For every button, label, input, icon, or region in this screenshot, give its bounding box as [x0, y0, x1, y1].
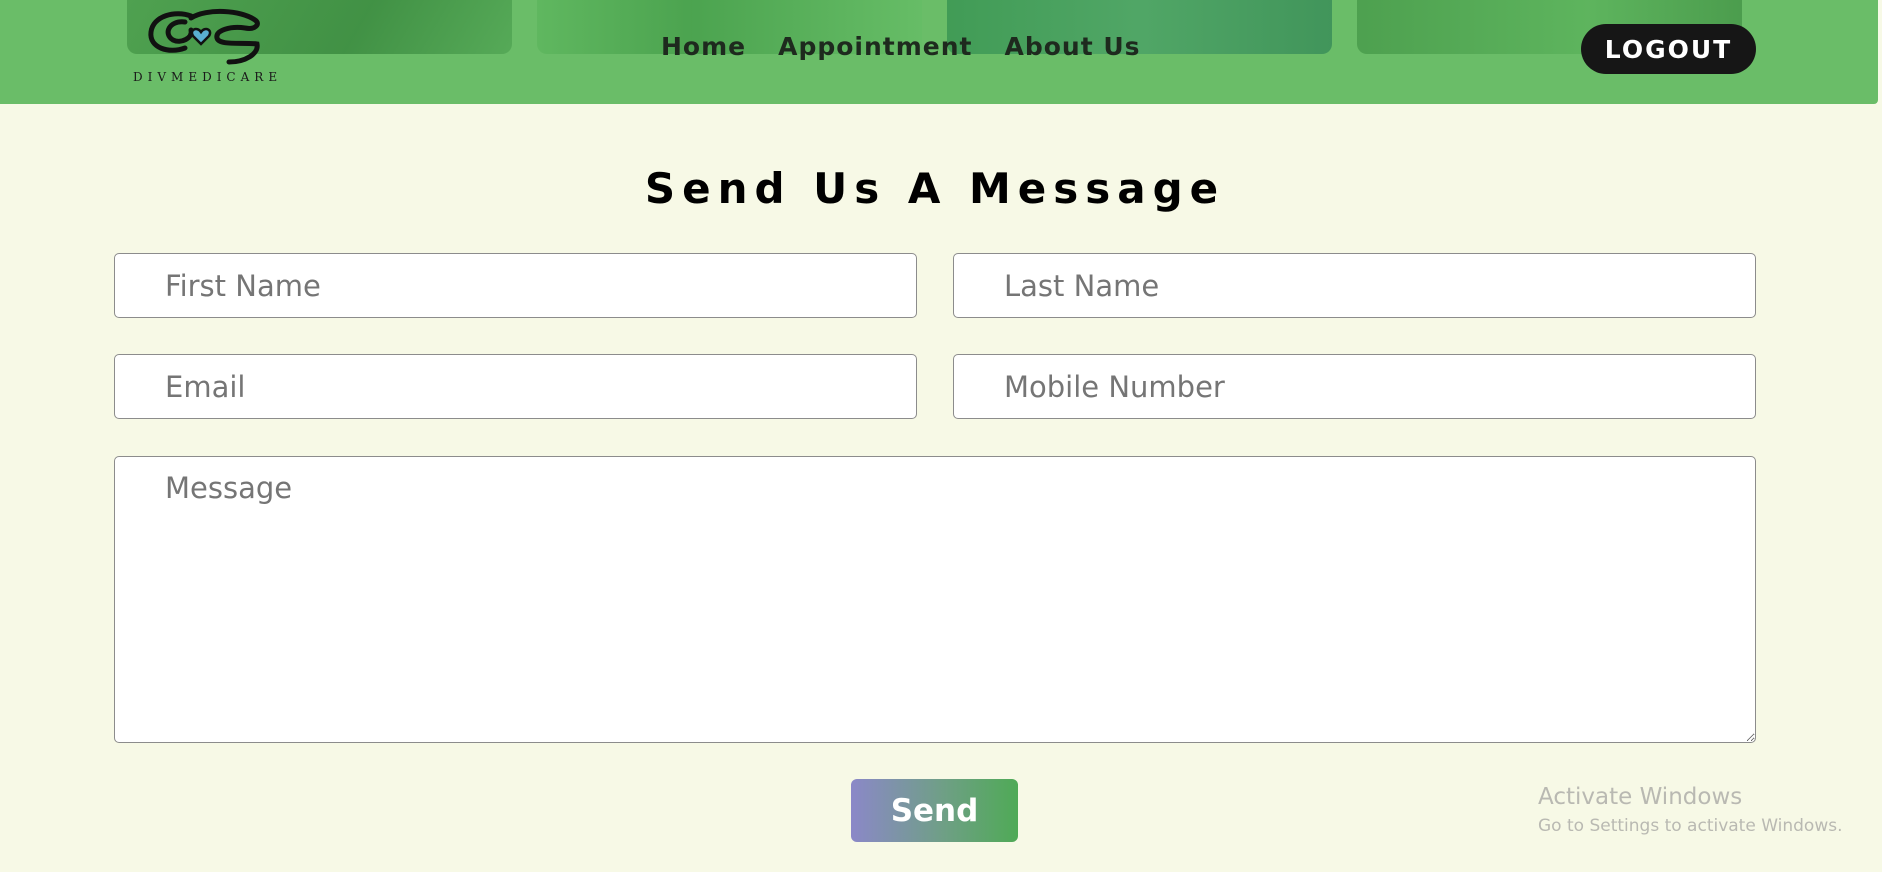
message-textarea[interactable]: [114, 456, 1756, 743]
watermark-subtitle: Go to Settings to activate Windows.: [1538, 816, 1843, 836]
nav-link-home[interactable]: Home: [661, 32, 746, 61]
mobile-number-input[interactable]: [953, 354, 1756, 419]
logo-wordmark: DIVMEDICARE: [133, 70, 283, 84]
site-logo[interactable]: DIVMEDICARE: [131, 8, 301, 88]
email-input[interactable]: [114, 354, 917, 419]
nav-link-appointment[interactable]: Appointment: [778, 32, 972, 61]
main-nav: Home Appointment About Us: [661, 32, 1141, 61]
page-title: Send Us A Message: [644, 164, 1226, 213]
page: DIVMEDICARE Home Appointment About Us LO…: [0, 0, 1882, 872]
site-header: DIVMEDICARE Home Appointment About Us LO…: [0, 0, 1878, 104]
logo-icon: [148, 8, 260, 65]
activate-windows-watermark: Activate Windows Go to Settings to activ…: [1538, 784, 1843, 836]
watermark-title: Activate Windows: [1538, 784, 1743, 810]
send-button[interactable]: Send: [851, 779, 1018, 842]
first-name-input[interactable]: [114, 253, 917, 318]
last-name-input[interactable]: [953, 253, 1756, 318]
nav-link-about-us[interactable]: About Us: [1005, 32, 1141, 61]
logout-button[interactable]: LOGOUT: [1581, 24, 1756, 74]
